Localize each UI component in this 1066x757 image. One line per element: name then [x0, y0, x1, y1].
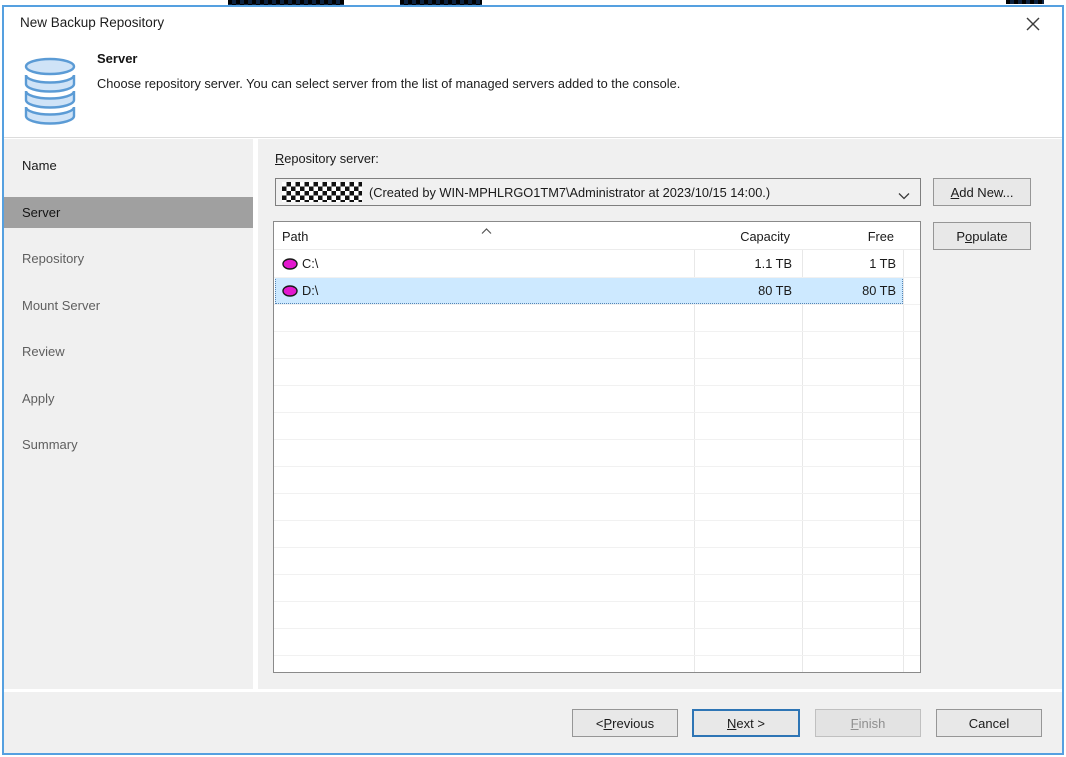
wizard-body: Name Server Repository Mount Server Review Ap… [4, 139, 1062, 689]
grid-line [274, 358, 920, 359]
grid-line [274, 304, 920, 305]
grid-line [274, 385, 920, 386]
table-row[interactable]: D:\ 80 TB 80 TB [274, 277, 921, 304]
grid-line [274, 277, 920, 278]
table-header[interactable]: Path Capacity Free [274, 222, 920, 250]
cancel-button[interactable]: Cancel [936, 709, 1042, 737]
cell-path: C:\ [282, 250, 318, 277]
cell-free: 1 TB [869, 256, 896, 271]
column-header-path[interactable]: Path [282, 229, 308, 244]
cell-path: D:\ [282, 277, 318, 304]
sidebar-item-name[interactable]: Name [4, 150, 253, 181]
add-new-button[interactable]: Add New... [933, 178, 1031, 206]
grid-line [274, 466, 920, 467]
database-icon [20, 57, 80, 130]
grid-line [274, 520, 920, 521]
step-description: Choose repository server. You can select… [97, 76, 680, 91]
grid-line [274, 331, 920, 332]
disk-icon [282, 258, 298, 270]
grid-line [274, 439, 920, 440]
step-title: Server [97, 51, 137, 66]
grid-line [274, 655, 920, 656]
repository-server-dropdown[interactable]: (Created by WIN-MPHLRGO1TM7\Administrato… [275, 178, 921, 206]
new-backup-repository-dialog: New Backup Repository Server Choose repo… [2, 5, 1064, 755]
sidebar-item-mount-server[interactable]: Mount Server [4, 290, 253, 321]
grid-line [274, 574, 920, 575]
chevron-down-icon [898, 187, 910, 205]
sidebar-item-summary[interactable]: Summary [4, 429, 253, 460]
server-step-content: Repository server: (Created by WIN-MPHLR… [258, 139, 1062, 689]
close-icon [1025, 16, 1041, 37]
disk-icon [282, 285, 298, 297]
grid-line [274, 628, 920, 629]
previous-button[interactable]: < Previous [572, 709, 678, 737]
repository-server-label: Repository server: [275, 151, 379, 166]
wizard-header: New Backup Repository Server Choose repo… [4, 7, 1062, 138]
wizard-steps-sidebar: Name Server Repository Mount Server Review Ap… [4, 139, 253, 689]
dropdown-selected-text: (Created by WIN-MPHLRGO1TM7\Administrato… [369, 185, 770, 200]
column-header-capacity[interactable]: Capacity [740, 229, 790, 244]
redacted-background-strip [1006, 0, 1044, 4]
finish-button[interactable]: Finish [815, 709, 921, 737]
sidebar-item-server[interactable]: Server [4, 197, 253, 228]
next-button[interactable]: Next > [692, 709, 800, 737]
redacted-server-name [282, 182, 362, 202]
sidebar-item-review[interactable]: Review [4, 336, 253, 367]
close-button[interactable] [1020, 13, 1046, 39]
grid-line [274, 601, 920, 602]
table-row[interactable]: C:\ 1.1 TB 1 TB [274, 250, 921, 277]
populate-button[interactable]: Populate [933, 222, 1031, 250]
cell-capacity: 80 TB [758, 283, 792, 298]
column-header-free[interactable]: Free [868, 229, 894, 244]
grid-line [274, 412, 920, 413]
volumes-table[interactable]: Path Capacity Free C:\ 1.1 TB 1 TB D:\ 80 TB… [273, 221, 921, 673]
window-title: New Backup Repository [20, 15, 164, 30]
sort-ascending-icon [481, 222, 492, 240]
cell-capacity: 1.1 TB [755, 256, 792, 271]
wizard-footer: < Previous Next > Finish Cancel [4, 692, 1062, 753]
sidebar-item-repository[interactable]: Repository [4, 243, 253, 274]
sidebar-item-apply[interactable]: Apply [4, 383, 253, 414]
grid-line [274, 493, 920, 494]
grid-line [274, 547, 920, 548]
cell-free: 80 TB [862, 283, 896, 298]
selection-highlight [275, 277, 903, 304]
